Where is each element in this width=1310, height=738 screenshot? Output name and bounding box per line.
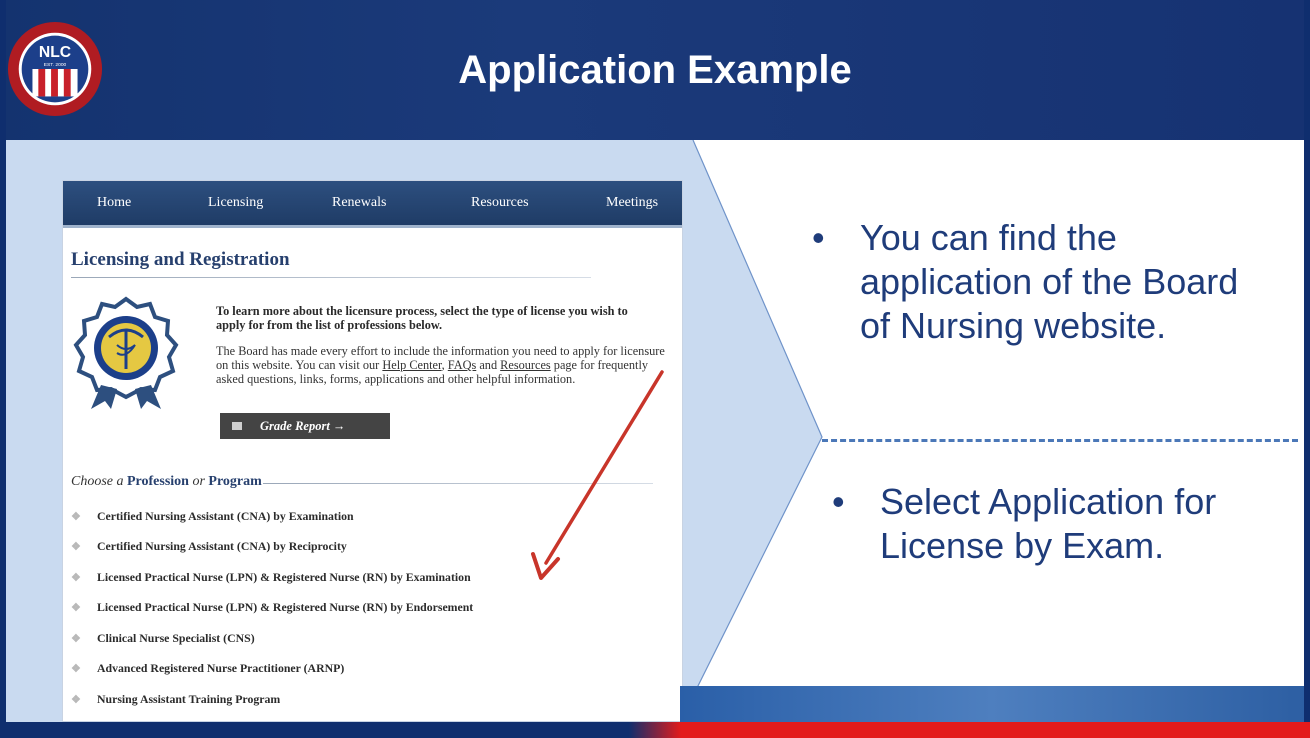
profession-item[interactable]: ❖ Certified Nursing Assistant (CNA) by Re… <box>71 532 681 563</box>
list-bullet-icon: ❖ <box>71 693 81 706</box>
list-bullet-icon: ❖ <box>71 571 81 584</box>
profession-item[interactable]: ❖ Nursing Assistant Training Program <box>71 684 681 715</box>
choose-word-3: or <box>188 474 209 489</box>
link-help-center[interactable]: Help Center <box>382 358 441 372</box>
profession-item[interactable]: ❖ Certified Nursing Assistant (CNA) by Ex… <box>71 501 681 532</box>
choose-divider <box>263 483 653 484</box>
profession-label: Clinical Nurse Specialist (CNS) <box>97 630 255 645</box>
slide-title: Application Example <box>458 47 852 92</box>
profession-label: Advanced Registered Nurse Practitioner (… <box>97 661 345 676</box>
choose-word-4: Program <box>208 474 262 489</box>
bullet-text-1: You can find the application of the Boar… <box>860 217 1239 346</box>
nav-home[interactable]: Home <box>97 181 131 225</box>
dashed-separator <box>822 439 1298 442</box>
profession-label: Certified Nursing Assistant (CNA) by Rec… <box>97 539 347 554</box>
choose-word-2: Profession <box>127 474 189 489</box>
page-heading: Licensing and Registration <box>71 249 290 270</box>
profession-label: Nursing Assistant Training Program <box>97 691 281 706</box>
footer-bar <box>0 722 1310 738</box>
profession-item[interactable]: ❖ Licensed Practical Nurse (LPN) & Regist… <box>71 562 681 593</box>
nav-meetings[interactable]: Meetings <box>606 181 658 225</box>
logo-est: EST. 2000 <box>44 62 67 68</box>
nlc-logo-icon: NLC EST. 2000 <box>7 21 103 117</box>
list-bullet-icon: ❖ <box>71 541 81 554</box>
bullet-1: • You can find the application of the Boa… <box>812 216 1252 348</box>
list-bullet-icon: ❖ <box>71 663 81 676</box>
list-bullet-icon: ❖ <box>71 602 81 615</box>
profession-item[interactable]: ❖ Advanced Registered Nurse Practitioner … <box>71 654 681 685</box>
nav-licensing[interactable]: Licensing <box>208 181 263 225</box>
profession-label: Licensed Practical Nurse (LPN) & Registe… <box>97 569 471 584</box>
bottom-band <box>680 686 1304 722</box>
website-screenshot: Home Licensing Renewals Resources Meetin… <box>63 181 682 721</box>
bullet-text-2: Select Application for License by Exam. <box>880 481 1217 566</box>
bullet-dot: • <box>812 217 825 258</box>
nav-renewals[interactable]: Renewals <box>332 181 386 225</box>
link-resources[interactable]: Resources <box>500 358 551 372</box>
heading-divider <box>71 277 591 278</box>
choose-heading: Choose a Profession or Program <box>71 474 262 490</box>
choose-word-1: Choose a <box>71 474 127 489</box>
document-icon <box>232 422 242 430</box>
intro-text: The Board has made every effort to inclu… <box>216 344 666 386</box>
bullet-2: • Select Application for License by Exam. <box>832 480 1252 568</box>
logo-text: NLC <box>39 44 71 61</box>
grade-report-label: Grade Report → <box>260 418 346 433</box>
profession-item[interactable]: ❖ Clinical Nurse Specialist (CNS) <box>71 623 681 654</box>
slide: Application Example NLC EST. 2000 Home L… <box>0 0 1310 738</box>
website-nav-bar: Home Licensing Renewals Resources Meetin… <box>63 181 682 228</box>
intro-bold-text: To learn more about the licensure proces… <box>216 304 628 332</box>
board-seal-icon <box>73 296 179 409</box>
bullet-dot: • <box>832 481 845 522</box>
profession-label: Certified Nursing Assistant (CNA) by Exa… <box>97 508 354 523</box>
profession-label: Licensed Practical Nurse (LPN) & Registe… <box>97 600 474 615</box>
link-faqs[interactable]: FAQs <box>448 358 476 372</box>
list-bullet-icon: ❖ <box>71 632 81 645</box>
profession-item[interactable]: ❖ Licensed Practical Nurse (LPN) & Regist… <box>71 593 681 624</box>
nav-resources[interactable]: Resources <box>471 181 529 225</box>
profession-list: ❖ Certified Nursing Assistant (CNA) by Ex… <box>71 501 681 715</box>
intro-sep-2: and <box>476 358 501 372</box>
grade-report-button[interactable]: Grade Report → <box>220 413 390 439</box>
list-bullet-icon: ❖ <box>71 510 81 523</box>
